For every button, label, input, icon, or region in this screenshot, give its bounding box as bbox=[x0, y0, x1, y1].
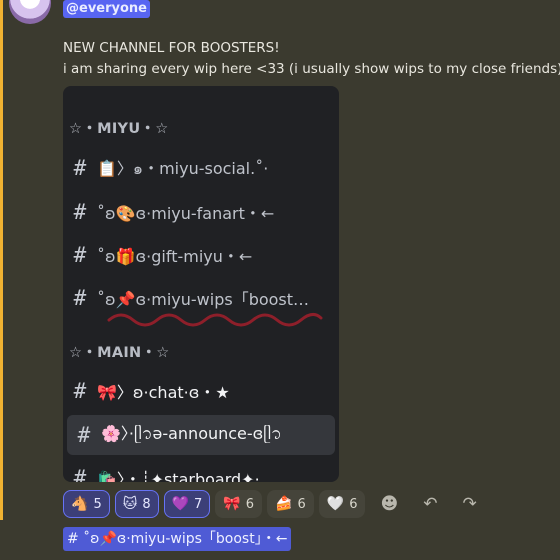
add-reaction-button[interactable]: ☻ bbox=[370, 490, 408, 518]
reaction-ribbon[interactable]: 🎀 6 bbox=[215, 490, 263, 518]
channel-miyu-social: # 📋〉๑・miyu-social.˚· bbox=[63, 148, 339, 188]
channel-miyu-fanart: # ˚ʚ🎨ɞ·miyu-fanart・← bbox=[63, 192, 339, 232]
forward-icon: ↷ bbox=[462, 494, 477, 514]
channel-name: 🛍️〉・┊✦starboard✦·… bbox=[97, 470, 276, 482]
hash-icon: # bbox=[73, 156, 87, 180]
channel-list-image[interactable]: ☆・MIYU・☆ # 📋〉๑・miyu-social.˚· # ˚ʚ🎨ɞ·miy… bbox=[63, 86, 339, 482]
hash-icon: # bbox=[77, 423, 91, 447]
channel-name: ˚ʚ🎨ɞ·miyu-fanart・← bbox=[97, 204, 275, 223]
reaction-horse[interactable]: 🐴 5 bbox=[63, 490, 110, 518]
category-main: ☆・MAIN・☆ bbox=[69, 345, 170, 361]
channel-starboard: # 🛍️〉・┊✦starboard✦·… bbox=[63, 458, 339, 482]
reaction-white-heart[interactable]: 🤍 6 bbox=[318, 490, 366, 518]
reaction-count: 6 bbox=[349, 496, 358, 512]
user-avatar[interactable] bbox=[9, 0, 51, 24]
horse-emoji-icon: 🐴 bbox=[71, 496, 89, 512]
reaction-count: 6 bbox=[245, 496, 255, 512]
channel-name: 📋〉๑・miyu-social.˚· bbox=[97, 158, 269, 178]
reaction-cat[interactable]: 🐱 8 bbox=[114, 490, 159, 518]
purple-heart-icon: 💜 bbox=[171, 496, 190, 512]
reaction-bar: 🐴 5 🐱 8 💜 7 🎀 6 🍰 6 🤍 6 ☻ ↶ ↷ bbox=[63, 490, 487, 518]
hash-icon: # bbox=[73, 243, 87, 267]
everyone-mention[interactable]: @everyone bbox=[63, 0, 150, 18]
hash-icon: # bbox=[73, 379, 87, 403]
message-line-2: i am sharing every wip here <33 (i usual… bbox=[63, 61, 560, 77]
reply-button[interactable]: ↶ bbox=[413, 490, 447, 518]
reaction-count: 8 bbox=[142, 496, 151, 512]
cake-icon: 🍰 bbox=[275, 496, 293, 512]
category-miyu: ☆・MIYU・☆ bbox=[69, 121, 169, 137]
hash-icon: # bbox=[73, 200, 87, 224]
channel-name: ˚ʚ🎁ɞ·gift-miyu・← bbox=[97, 247, 253, 266]
channel-gift-miyu: # ˚ʚ🎁ɞ·gift-miyu・← bbox=[63, 235, 339, 275]
reaction-cake[interactable]: 🍰 6 bbox=[267, 490, 314, 518]
reply-icon: ↶ bbox=[423, 494, 438, 514]
reaction-count: 5 bbox=[93, 496, 102, 512]
squiggle-underline bbox=[107, 313, 323, 327]
highlight-accent-bar bbox=[0, 0, 3, 520]
hash-icon: # bbox=[73, 466, 87, 482]
forward-button[interactable]: ↷ bbox=[452, 490, 486, 518]
hash-icon: # bbox=[73, 286, 87, 310]
reaction-count: 7 bbox=[194, 496, 203, 512]
message-line-1: NEW CHANNEL FOR BOOSTERS! bbox=[63, 40, 280, 56]
channel-name: 🌸〉·ᥫ᭡ә-announce-ɞᥫ᭡ bbox=[101, 423, 282, 443]
white-heart-icon: 🤍 bbox=[326, 496, 345, 512]
channel-mention-miyu-wips[interactable]: # ˚ʚ📌ɞ·miyu-wips「boost」・← bbox=[63, 527, 292, 551]
smiley-icon: ☻ bbox=[380, 494, 399, 514]
channel-name: 🎀〉ʚ·chat·ɞ・★ bbox=[97, 383, 230, 402]
cat-emoji-icon: 🐱 bbox=[122, 496, 138, 512]
ribbon-icon: 🎀 bbox=[223, 496, 241, 512]
channel-name: ˚ʚ📌ɞ·miyu-wips「boost… bbox=[97, 290, 310, 309]
channel-announce: # 🌸〉·ᥫ᭡ә-announce-ɞᥫ᭡ bbox=[67, 415, 335, 455]
reaction-count: 6 bbox=[297, 496, 306, 512]
reaction-purple-heart[interactable]: 💜 7 bbox=[163, 490, 211, 518]
channel-chat: # 🎀〉ʚ·chat·ɞ・★ bbox=[63, 371, 339, 411]
